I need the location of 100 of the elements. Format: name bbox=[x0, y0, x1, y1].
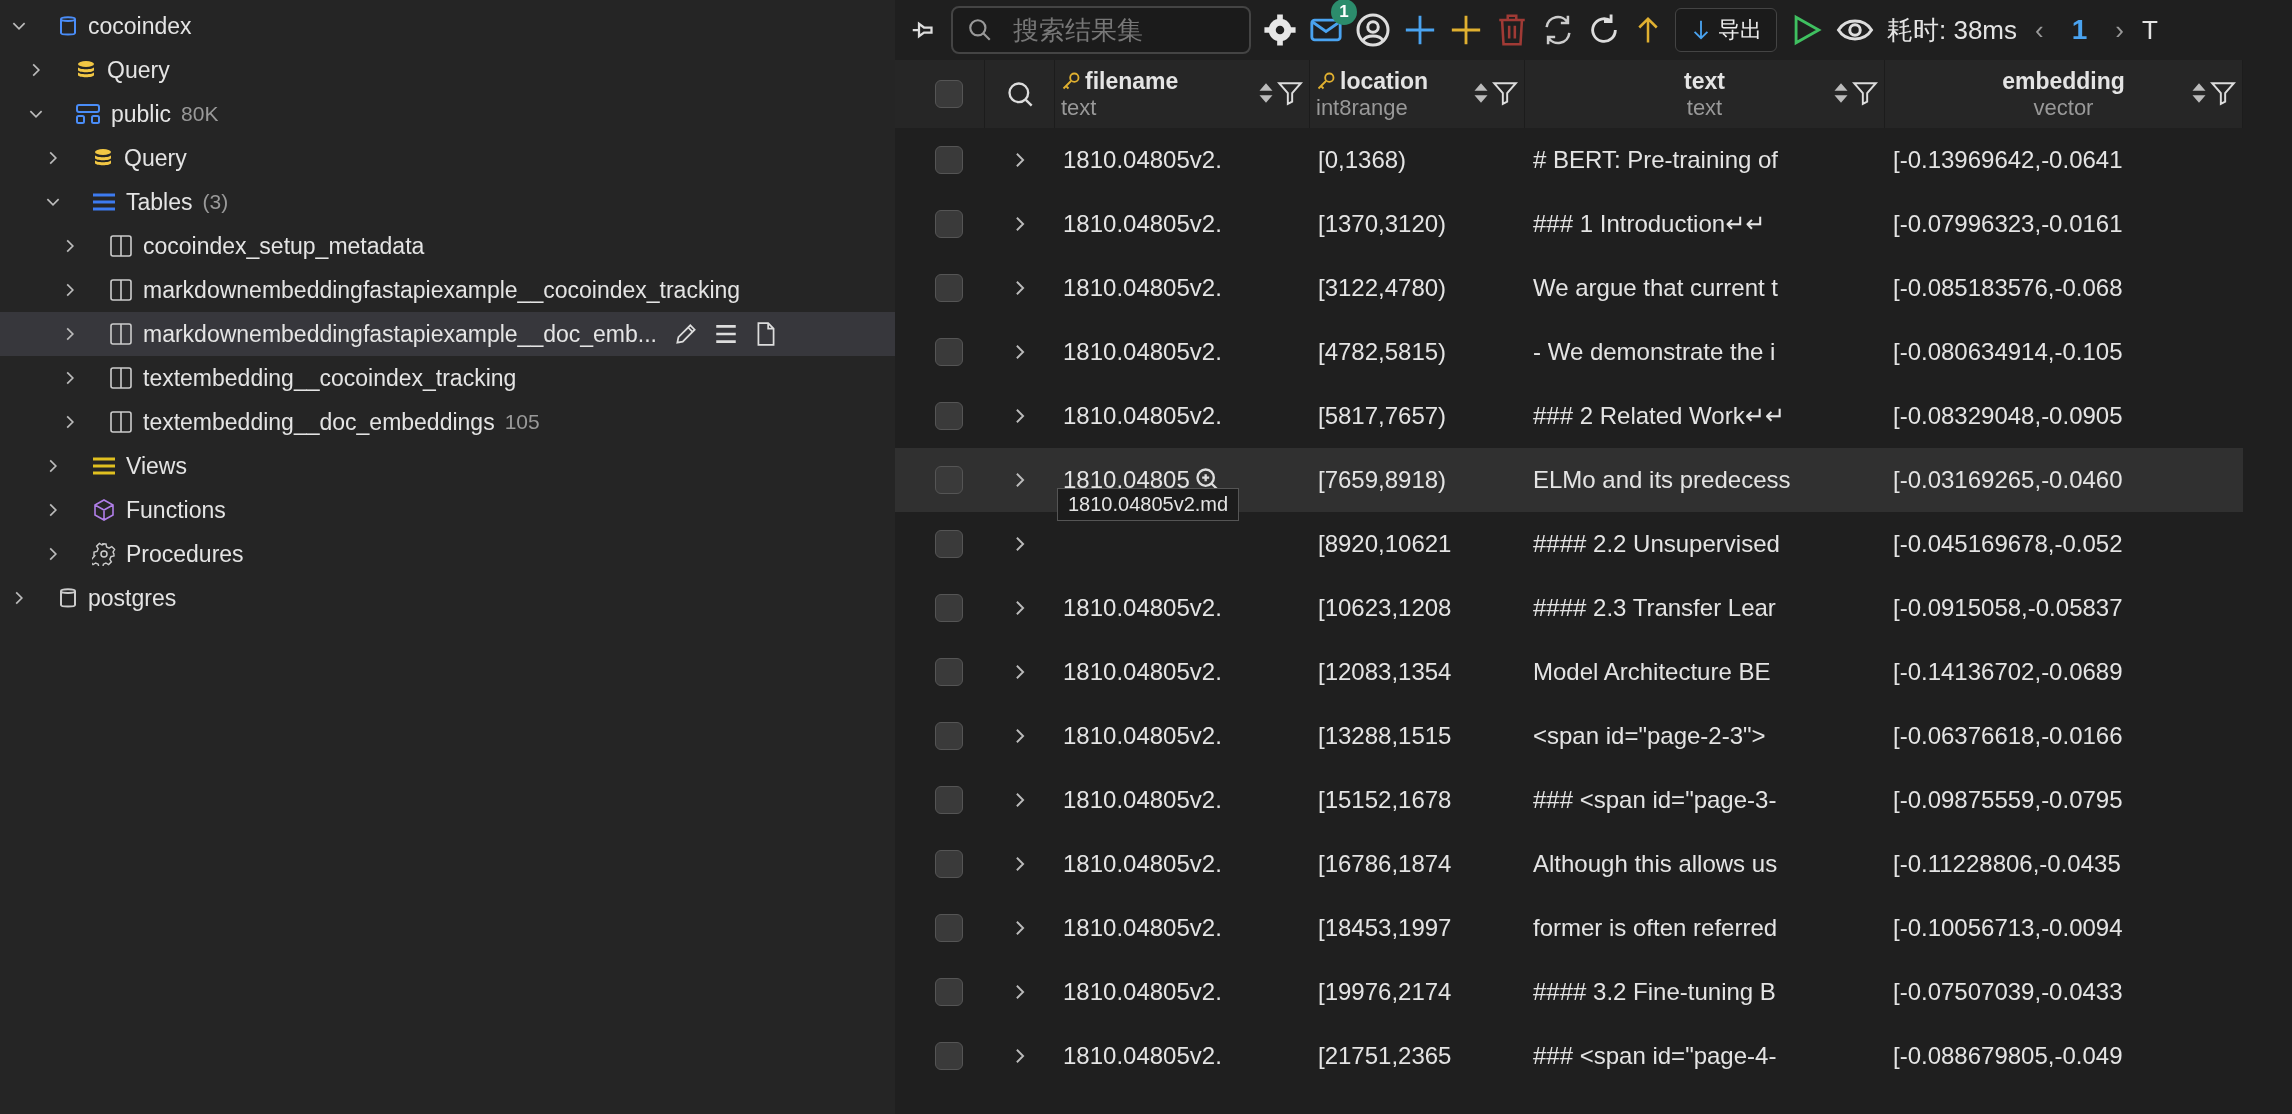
tree-item-label[interactable]: cocoindex_setup_metadata bbox=[143, 232, 425, 260]
table-cell: [19976,2174 bbox=[1318, 978, 1452, 1006]
table-cell: 1810.04805v2. bbox=[1063, 402, 1222, 430]
tree-item-label[interactable]: Query bbox=[124, 144, 187, 172]
table-icon bbox=[109, 278, 133, 302]
database-icon bbox=[58, 586, 78, 610]
select-all-checkbox[interactable] bbox=[935, 80, 963, 108]
table-cell: [-0.080634914,-0.105 bbox=[1893, 338, 2123, 366]
tree-item-label[interactable]: postgres bbox=[88, 584, 177, 612]
search-icon bbox=[967, 17, 993, 43]
notification-badge: 1 bbox=[1331, 0, 1357, 25]
plus-icon[interactable] bbox=[1403, 13, 1437, 47]
row-checkbox[interactable] bbox=[935, 530, 963, 558]
table-icon bbox=[109, 322, 133, 346]
table-cell: [-0.03169265,-0.0460 bbox=[1893, 466, 2123, 494]
column-header[interactable]: filename bbox=[1085, 67, 1179, 95]
table-cell: [21751,2365 bbox=[1318, 1042, 1452, 1070]
row-checkbox[interactable] bbox=[935, 914, 963, 942]
tree-item-label[interactable]: Views bbox=[126, 452, 187, 480]
page-number[interactable]: 1 bbox=[2061, 14, 2098, 46]
toolbar-label: T bbox=[2141, 14, 2158, 46]
table-cell: [-0.09875559,-0.0795 bbox=[1893, 786, 2123, 814]
user-icon[interactable] bbox=[1355, 12, 1391, 48]
settings-icon[interactable] bbox=[1263, 13, 1297, 47]
column-header[interactable]: location bbox=[1340, 67, 1429, 95]
row-checkbox[interactable] bbox=[935, 274, 963, 302]
next-page-button[interactable]: › bbox=[2109, 14, 2130, 46]
table-cell: ### <span id="page-4- bbox=[1533, 1042, 1777, 1070]
table-cell: 1810.04805v2. bbox=[1063, 850, 1222, 878]
filter-icon[interactable] bbox=[1277, 80, 1303, 106]
table-cell: former is often referred bbox=[1533, 914, 1778, 942]
table-cell: 1810.04805v2. bbox=[1063, 658, 1222, 686]
tooltip: 1810.04805v2.md bbox=[1057, 488, 1240, 521]
count-label: 80K bbox=[181, 102, 219, 126]
row-checkbox[interactable] bbox=[935, 850, 963, 878]
table-cell: [-0.10056713,-0.0094 bbox=[1893, 914, 2123, 942]
tree-item-label[interactable]: textembedding__cocoindex_tracking bbox=[143, 364, 517, 392]
table-cell: [-0.07996323,-0.0161 bbox=[1893, 210, 2123, 238]
table-cell: 1810.04805v2. bbox=[1063, 210, 1222, 238]
gear-icon bbox=[92, 542, 116, 566]
search-field[interactable]: 搜索结果集 bbox=[951, 6, 1251, 54]
row-checkbox[interactable] bbox=[935, 786, 963, 814]
column-type: text bbox=[1686, 94, 1723, 120]
tree-item-label[interactable]: cocoindex bbox=[88, 12, 192, 40]
row-checkbox[interactable] bbox=[935, 146, 963, 174]
search-icon[interactable] bbox=[1005, 80, 1034, 108]
row-checkbox[interactable] bbox=[935, 210, 963, 238]
row-checkbox[interactable] bbox=[935, 594, 963, 622]
export-button[interactable]: 导出 bbox=[1675, 8, 1777, 52]
row-checkbox[interactable] bbox=[935, 658, 963, 686]
table-cell: ### <span id="page-3- bbox=[1533, 786, 1777, 814]
table-cell: [5817,7657) bbox=[1318, 402, 1447, 430]
table-cell: ### 1 Introduction↵↵ bbox=[1533, 210, 1766, 238]
tree-item-label[interactable]: markdownembeddingfastapiexample__cocoindex_tracking bbox=[143, 276, 741, 304]
filter-icon[interactable] bbox=[2210, 80, 2236, 106]
table-cell: # BERT: Pre-training of bbox=[1533, 146, 1778, 174]
table-cell: [10623,1208 bbox=[1318, 594, 1452, 622]
table-cell: 1810.04805v2. bbox=[1063, 978, 1222, 1006]
tree-item-label[interactable]: Procedures bbox=[126, 540, 244, 568]
row-checkbox[interactable] bbox=[935, 402, 963, 430]
table-cell: [12083,1354 bbox=[1318, 658, 1452, 686]
count-label: (3) bbox=[202, 190, 229, 214]
table-cell: [-0.13969642,-0.0641 bbox=[1893, 146, 2123, 174]
table-cell: [-0.088679805,-0.049 bbox=[1893, 1042, 2123, 1070]
tree-item-label[interactable]: Query bbox=[107, 56, 170, 84]
tree-item-label[interactable]: Functions bbox=[126, 496, 226, 524]
table-cell: ### 2 Related Work↵↵ bbox=[1533, 402, 1785, 430]
row-checkbox[interactable] bbox=[935, 1042, 963, 1070]
column-header[interactable]: text bbox=[1684, 67, 1725, 95]
table-cell: #### 3.2 Fine-tuning B bbox=[1533, 978, 1776, 1006]
filter-icon[interactable] bbox=[1852, 80, 1878, 106]
timing-label: 耗时: 38ms bbox=[1887, 13, 2018, 47]
column-type: int8range bbox=[1316, 94, 1408, 120]
table-cell: [-0.11228806,-0.0435 bbox=[1893, 850, 2121, 878]
tree-item-label[interactable]: public bbox=[111, 100, 172, 128]
table-cell: [-0.08329048,-0.0905 bbox=[1893, 402, 2123, 430]
table-cell: - We demonstrate the i bbox=[1533, 338, 1776, 366]
table-cell: 1810.04805v2. bbox=[1063, 914, 1222, 942]
plus-icon[interactable] bbox=[1449, 13, 1483, 47]
filter-icon[interactable] bbox=[1492, 80, 1518, 106]
table-cell: [3122,4780) bbox=[1318, 274, 1447, 302]
row-checkbox[interactable] bbox=[935, 466, 963, 494]
row-checkbox[interactable] bbox=[935, 338, 963, 366]
tree-item-label[interactable]: textembedding__doc_embeddings bbox=[143, 408, 495, 436]
table-icon bbox=[109, 410, 133, 434]
table-cell: [-0.07507039,-0.0433 bbox=[1893, 978, 2123, 1006]
table-cell: [0,1368) bbox=[1318, 146, 1407, 174]
cube-icon bbox=[92, 498, 116, 522]
table-cell: We argue that current t bbox=[1533, 274, 1778, 302]
tree-item-label[interactable]: Tables bbox=[126, 188, 193, 216]
table-cell: [18453,1997 bbox=[1318, 914, 1452, 942]
table-cell: [-0.045169678,-0.052 bbox=[1893, 530, 2123, 558]
table-cell: #### 2.2 Unsupervised bbox=[1533, 530, 1780, 558]
table-cell: [-0.0915058,-0.05837 bbox=[1893, 594, 2123, 622]
column-header[interactable]: embedding bbox=[2002, 67, 2125, 95]
pencil-icon[interactable] bbox=[673, 321, 699, 347]
previous-page-button[interactable]: ‹ bbox=[2029, 14, 2050, 46]
table-cell: Model Architecture BE bbox=[1533, 658, 1771, 686]
row-checkbox[interactable] bbox=[935, 978, 963, 1006]
row-checkbox[interactable] bbox=[935, 722, 963, 750]
